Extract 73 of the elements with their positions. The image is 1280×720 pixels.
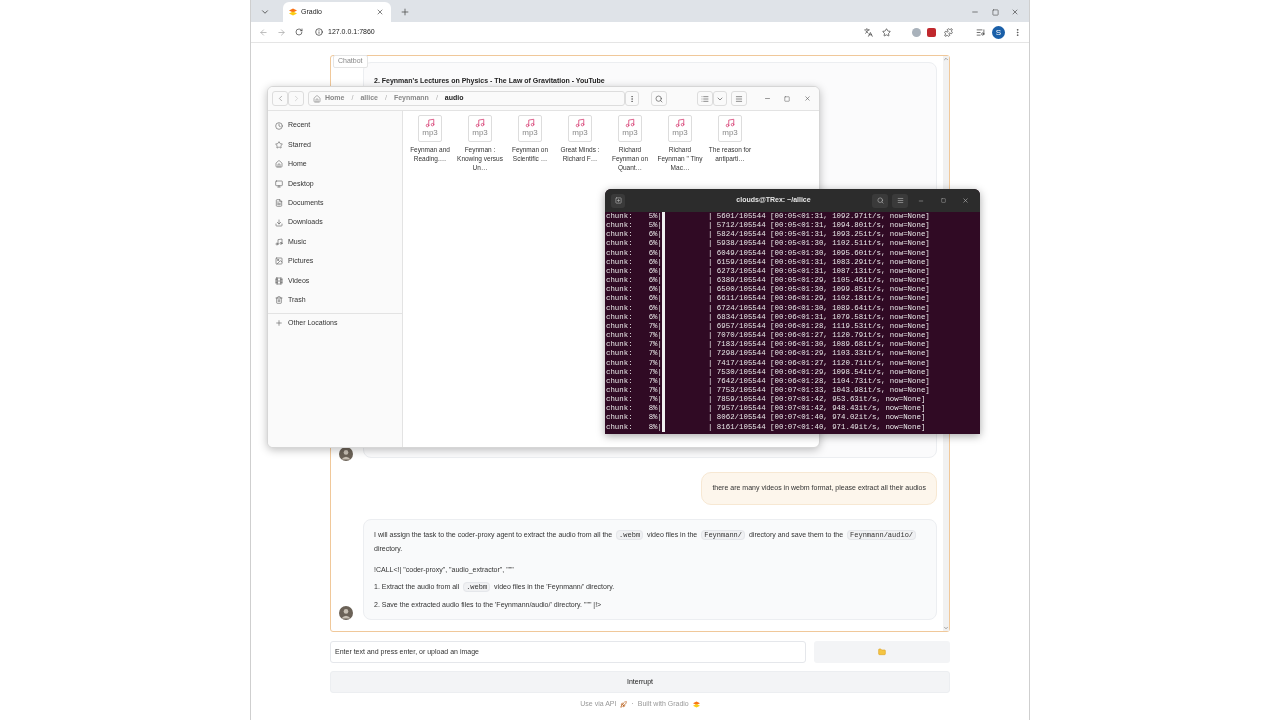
scroll-up-icon[interactable] (943, 56, 949, 62)
clock-icon (275, 121, 283, 130)
gradio-logo-icon (692, 700, 700, 708)
plus-icon (400, 7, 410, 17)
audio-file-icon: mp3 (568, 115, 592, 142)
arrow-right-icon (276, 27, 286, 37)
avatar-icon (339, 447, 353, 461)
maximize-icon (940, 198, 946, 203)
audio-file-icon: mp3 (518, 115, 542, 142)
gradio-logo-icon (289, 8, 297, 16)
search-icon (655, 94, 663, 103)
audio-file-icon: mp3 (718, 115, 742, 142)
translate-button[interactable] (862, 26, 874, 38)
download-icon (275, 218, 283, 227)
list-icon (701, 94, 709, 103)
reload-icon (295, 28, 303, 36)
audio-file-icon: mp3 (668, 115, 692, 142)
more-icon (628, 94, 636, 103)
search-button[interactable] (872, 193, 888, 208)
extensions-button[interactable] (942, 26, 954, 38)
minimize-icon (918, 197, 924, 204)
plus-square-icon (614, 197, 622, 204)
avatar-icon (339, 605, 353, 620)
close-icon (1011, 8, 1019, 16)
rocket-icon (620, 700, 628, 708)
media-button[interactable] (974, 26, 986, 38)
search-button[interactable] (651, 91, 667, 106)
menu-button[interactable] (892, 193, 908, 208)
translate-icon (863, 27, 873, 37)
image-icon (275, 257, 283, 266)
chevron-down-icon (260, 7, 270, 17)
monitor-icon (275, 179, 283, 188)
maximize-icon (784, 95, 790, 102)
close-icon (961, 197, 969, 204)
maximize-icon (991, 8, 999, 16)
minimize-icon (763, 95, 771, 102)
audio-file-icon: mp3 (618, 115, 642, 142)
puzzle-icon (943, 27, 953, 37)
playlist-icon (975, 27, 985, 37)
profile-avatar[interactable]: S (992, 25, 1005, 39)
trash-icon (275, 296, 283, 305)
list-view-button[interactable] (697, 91, 713, 106)
arrow-left-icon (258, 27, 268, 37)
search-icon (876, 197, 884, 204)
film-icon (275, 276, 283, 285)
audio-file-icon: mp3 (418, 115, 442, 142)
scroll-down-icon[interactable] (943, 625, 949, 631)
menu-button[interactable] (731, 91, 747, 106)
minimize-icon (971, 8, 979, 16)
forward-button[interactable] (275, 26, 287, 38)
star-icon (275, 141, 283, 150)
audio-file-icon: mp3 (468, 115, 492, 142)
close-icon (803, 95, 811, 102)
path-menu-button[interactable] (625, 91, 639, 106)
view-options-button[interactable] (713, 91, 727, 106)
home-icon (313, 94, 321, 103)
bookmark-button[interactable] (880, 26, 892, 38)
star-icon (881, 27, 891, 37)
back-button[interactable] (257, 26, 269, 38)
music-icon (275, 238, 283, 247)
info-icon (315, 28, 323, 36)
home-icon (275, 160, 283, 169)
plus-icon (275, 319, 283, 328)
new-tab-button[interactable] (611, 193, 625, 208)
document-icon (275, 199, 283, 208)
forward-button[interactable] (288, 91, 304, 106)
reload-button[interactable] (293, 26, 305, 38)
back-button[interactable] (272, 91, 288, 106)
menu-icon (896, 197, 904, 204)
menu-icon (735, 94, 743, 103)
close-tab-button[interactable] (375, 7, 385, 17)
close-icon (376, 8, 384, 16)
folder-icon (878, 648, 886, 656)
